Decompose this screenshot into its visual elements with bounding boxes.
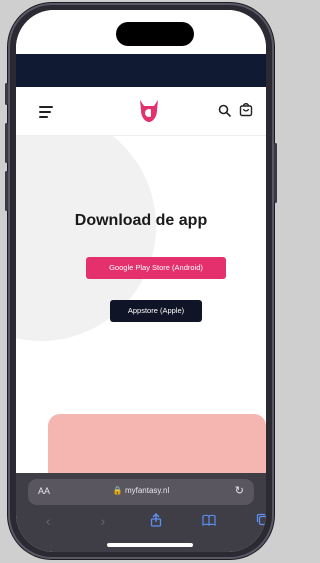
- browser-toolbar: AA 🔒 myfantasy.nl ↻ ‹ ›: [16, 473, 266, 552]
- page-title: Download de app: [74, 212, 208, 229]
- home-indicator: [107, 543, 193, 547]
- site-header: [16, 87, 266, 136]
- cart-icon[interactable]: [239, 102, 253, 117]
- share-icon[interactable]: [146, 513, 166, 533]
- google-play-button[interactable]: Google Play Store (Android): [86, 257, 226, 279]
- bookmarks-icon[interactable]: [199, 513, 219, 533]
- status-bar: [16, 10, 266, 54]
- dynamic-island: [116, 22, 194, 46]
- menu-icon[interactable]: [39, 106, 53, 118]
- volume-up-button: [5, 123, 8, 163]
- mute-switch: [5, 83, 8, 105]
- power-button: [274, 143, 277, 203]
- url-text: 🔒 myfantasy.nl: [28, 486, 254, 495]
- search-icon[interactable]: [218, 104, 231, 117]
- phone-frame: Download de app Google Play Store (Andro…: [5, 3, 277, 559]
- url-label: myfantasy.nl: [124, 486, 170, 495]
- tabs-icon[interactable]: [252, 513, 266, 533]
- phone-screen: Download de app Google Play Store (Andro…: [16, 10, 266, 552]
- top-banner: [16, 54, 266, 87]
- reload-icon[interactable]: ↻: [235, 484, 244, 497]
- appstore-button[interactable]: Appstore (Apple): [110, 300, 202, 322]
- main-content: Download de app Google Play Store (Andro…: [16, 136, 266, 484]
- back-icon[interactable]: ‹: [38, 513, 58, 533]
- forward-icon[interactable]: ›: [93, 513, 113, 533]
- volume-down-button: [5, 171, 8, 211]
- lock-icon: 🔒: [112, 486, 123, 495]
- brand-logo-icon[interactable]: [137, 98, 161, 124]
- address-bar[interactable]: AA 🔒 myfantasy.nl ↻: [28, 479, 254, 505]
